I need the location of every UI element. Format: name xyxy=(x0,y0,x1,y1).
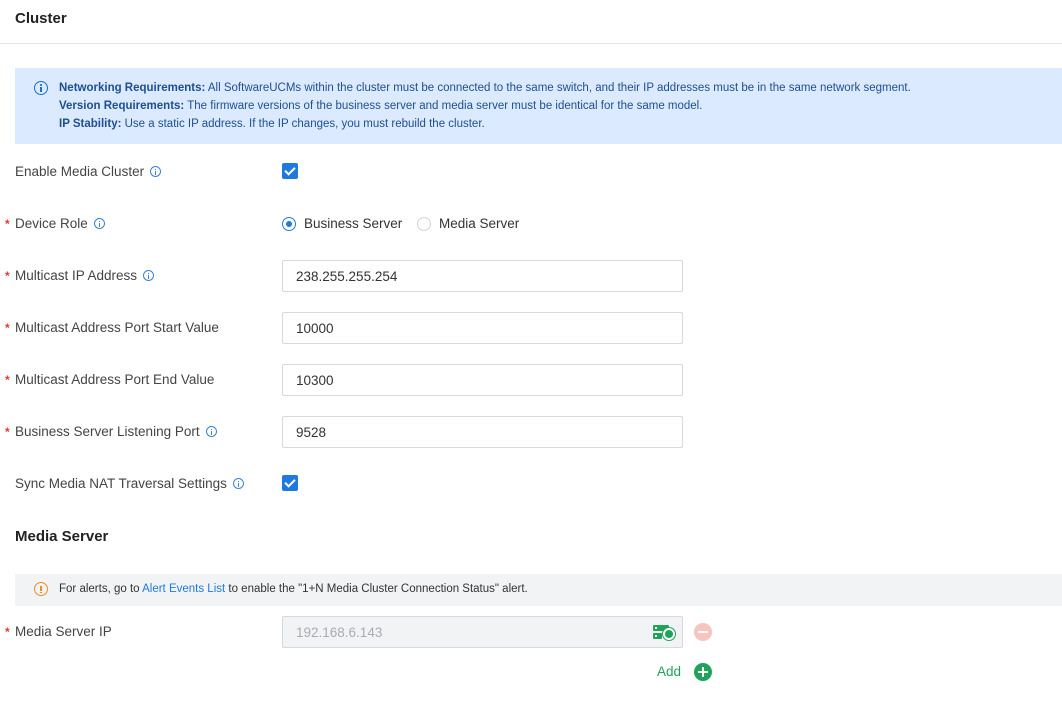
info-icon[interactable] xyxy=(143,270,155,281)
ip-stability-text: Use a static IP address. If the IP chang… xyxy=(121,118,485,130)
info-icon[interactable] xyxy=(150,166,162,177)
version-requirements-title: Version Requirements: xyxy=(59,100,185,112)
alert-notice: For alerts, go to Alert Events List to e… xyxy=(15,574,1062,606)
add-icon[interactable] xyxy=(694,663,712,681)
warning-icon xyxy=(34,582,48,596)
networking-requirements: Networking Requirements: All SoftwareUCM… xyxy=(59,82,911,94)
requirements-info-box: Networking Requirements: All SoftwareUCM… xyxy=(15,68,1062,144)
info-icon[interactable] xyxy=(205,426,217,437)
enable-media-cluster-checkbox[interactable] xyxy=(282,163,298,179)
required-marker: * xyxy=(5,217,10,231)
info-icon[interactable] xyxy=(93,218,105,229)
port-end-input[interactable] xyxy=(282,364,683,396)
port-start-input[interactable] xyxy=(282,312,683,344)
ip-stability-title: IP Stability: xyxy=(59,118,122,130)
port-end-label: Multicast Address Port End Value xyxy=(15,372,215,387)
networking-requirements-text: All SoftwareUCMs within the cluster must… xyxy=(205,82,911,94)
media-server-radio[interactable] xyxy=(417,217,431,231)
info-icon[interactable] xyxy=(232,478,244,489)
media-server-ip-input[interactable] xyxy=(282,616,683,648)
device-role-label: Device Role xyxy=(15,216,105,231)
media-server-section-title: Media Server xyxy=(15,528,109,545)
info-icon xyxy=(34,81,48,95)
sync-nat-label: Sync Media NAT Traversal Settings xyxy=(15,476,244,491)
alert-events-list-link[interactable]: Alert Events List xyxy=(142,583,225,595)
required-marker: * xyxy=(5,321,10,335)
networking-requirements-title: Networking Requirements: xyxy=(59,82,206,94)
media-server-ip-label: Media Server IP xyxy=(15,624,112,639)
required-marker: * xyxy=(5,625,10,639)
required-marker: * xyxy=(5,425,10,439)
listening-port-input[interactable] xyxy=(282,416,683,448)
version-requirements: Version Requirements: The firmware versi… xyxy=(59,100,702,112)
enable-media-cluster-label: Enable Media Cluster xyxy=(15,164,162,179)
page-title: Cluster xyxy=(15,10,67,27)
version-requirements-text: The firmware versions of the business se… xyxy=(184,100,703,112)
port-start-label: Multicast Address Port Start Value xyxy=(15,320,219,335)
multicast-ip-label: Multicast IP Address xyxy=(15,268,155,283)
remove-icon[interactable] xyxy=(694,623,712,641)
server-status-icon xyxy=(653,625,675,640)
alert-text: For alerts, go to Alert Events List to e… xyxy=(59,583,528,595)
page-header: Cluster xyxy=(0,0,1062,44)
ip-stability: IP Stability: Use a static IP address. I… xyxy=(59,118,485,130)
required-marker: * xyxy=(5,269,10,283)
business-server-radio-label[interactable]: Business Server xyxy=(304,216,402,231)
media-server-radio-label[interactable]: Media Server xyxy=(439,216,519,231)
business-server-radio[interactable] xyxy=(282,217,296,231)
multicast-ip-input[interactable] xyxy=(282,260,683,292)
required-marker: * xyxy=(5,373,10,387)
add-button-label[interactable]: Add xyxy=(657,664,681,679)
sync-nat-checkbox[interactable] xyxy=(282,475,298,491)
listening-port-label: Business Server Listening Port xyxy=(15,424,217,439)
